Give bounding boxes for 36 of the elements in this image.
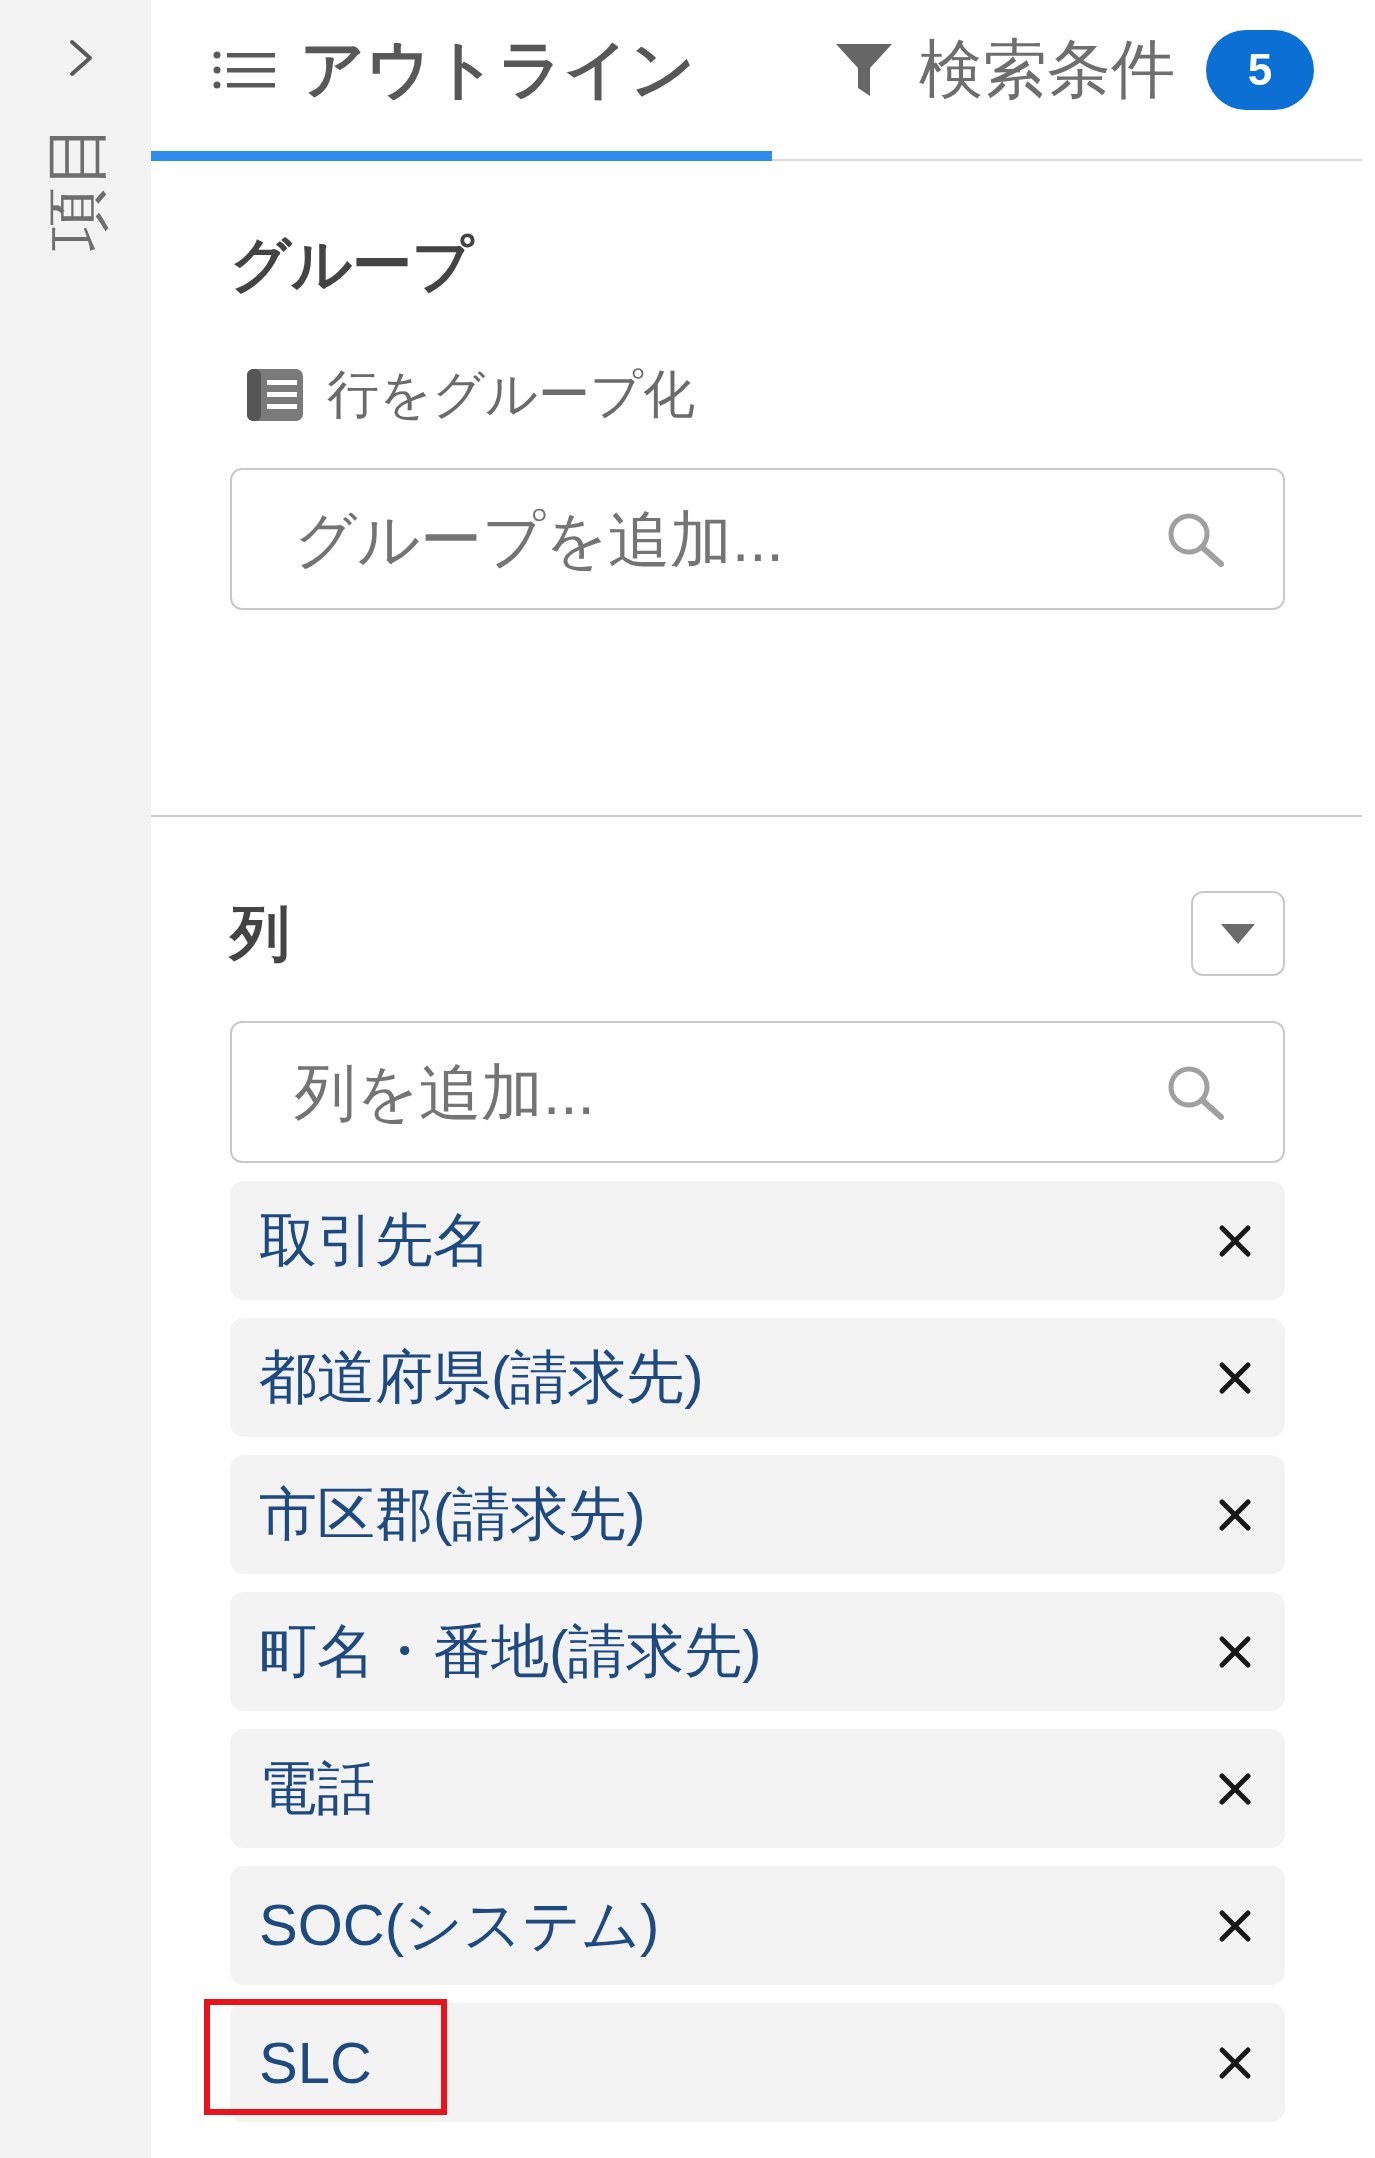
tab[interactable]: 検索条件 5 — [772, 0, 1375, 161]
column-chip[interactable]: 都道府県(請求先) — [230, 1318, 1285, 1437]
column-chip[interactable]: 取引先名 — [230, 1181, 1285, 1300]
column-chip[interactable]: 町名・番地(請求先) — [230, 1592, 1285, 1711]
close-icon[interactable] — [1218, 1497, 1252, 1532]
dropdown-button[interactable] — [1191, 891, 1285, 976]
column-name: 取引先名 — [259, 1205, 491, 1274]
count-badge: 5 — [1206, 29, 1314, 110]
list-icon — [213, 50, 275, 89]
column-chip[interactable]: 市区郡(請求先) — [230, 1455, 1285, 1574]
close-icon[interactable] — [1218, 1360, 1252, 1395]
close-icon[interactable] — [1218, 1223, 1252, 1258]
tab[interactable]: アウトライン — [151, 0, 772, 161]
sidebar-label: 項目 — [43, 123, 108, 251]
search-field[interactable]: 列を追加... — [230, 1021, 1285, 1163]
column-name: SLC — [259, 2029, 372, 2096]
chevron-right-icon[interactable] — [67, 39, 94, 77]
column-chip[interactable]: SLC — [230, 2003, 1285, 2122]
filter-icon — [834, 41, 894, 98]
column-name: 町名・番地(請求先) — [259, 1616, 762, 1685]
column-name: SOC(システム) — [259, 1890, 660, 1959]
column-name: 都道府県(請求先) — [259, 1342, 704, 1411]
column-name: 電話 — [259, 1753, 375, 1822]
section-title: 列 — [230, 898, 290, 969]
column-chip[interactable]: SOC(システム) — [230, 1866, 1285, 1985]
column-chip[interactable]: 電話 — [230, 1729, 1285, 1848]
section-title: グループ — [230, 230, 476, 300]
caret-down-icon — [1221, 923, 1255, 944]
close-icon[interactable] — [1218, 1771, 1252, 1806]
group-rows-label: 行をグループ化 — [327, 364, 695, 425]
close-icon[interactable] — [1218, 2045, 1252, 2080]
close-icon[interactable] — [1218, 1908, 1252, 1943]
rows-icon — [245, 367, 305, 423]
close-icon[interactable] — [1218, 1634, 1252, 1669]
column-name: 市区郡(請求先) — [259, 1479, 646, 1548]
search-field[interactable]: グループを追加... — [230, 468, 1285, 610]
